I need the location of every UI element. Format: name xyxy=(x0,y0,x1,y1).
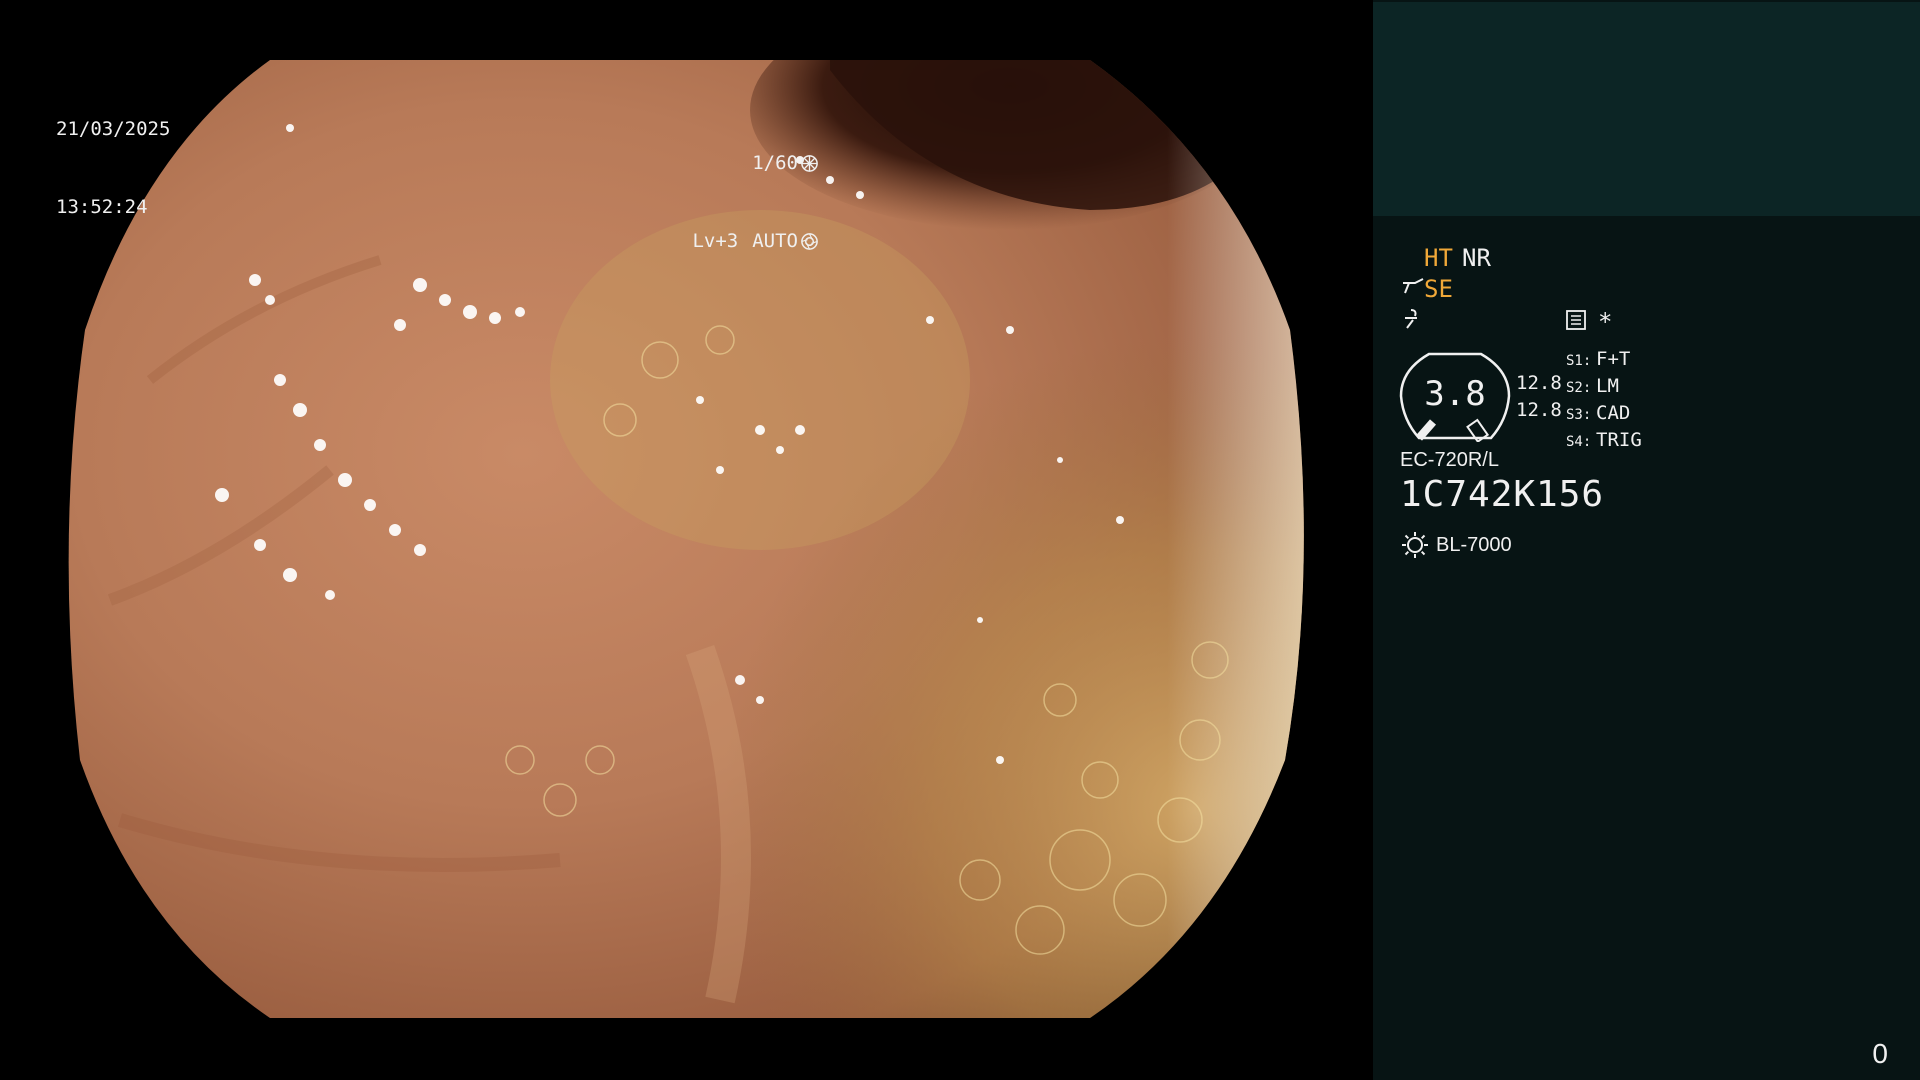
slot-key: S2: xyxy=(1566,380,1592,396)
switch-slot-2: S2: LM xyxy=(1566,374,1642,401)
zoom-icon xyxy=(1405,309,1417,329)
slot-key: S1: xyxy=(1566,353,1592,369)
depth-bottom-value: 12.8 xyxy=(1516,399,1562,421)
slot-value: CAD xyxy=(1596,402,1631,424)
switch-slot-3: S3: CAD xyxy=(1566,401,1642,428)
ht-mode-label: HT xyxy=(1424,244,1453,272)
slot-value: LM xyxy=(1596,375,1619,397)
slot-key: S4: xyxy=(1566,434,1592,450)
shutter-icon xyxy=(801,154,818,172)
light-source-model: BL-7000 xyxy=(1436,533,1512,556)
endoscopic-image xyxy=(68,60,1304,1018)
endoscopy-view-area: 21/03/2025 13:52:24 1/60 Lv+3 AUTO xyxy=(0,0,1373,1080)
switch-slot-1: S1: F+T xyxy=(1566,347,1642,374)
gauge-value: 3.8 xyxy=(1424,374,1486,414)
image-counter: 0 xyxy=(1872,1038,1888,1069)
status-panel-header-area xyxy=(1373,2,1920,216)
keypad-icon xyxy=(1566,310,1586,330)
iris-icon xyxy=(801,232,818,250)
switch-slot-4: S4: TRIG xyxy=(1566,428,1642,455)
shutter-row: 1/60 xyxy=(692,150,819,176)
slot-value: F+T xyxy=(1596,348,1631,370)
scope-serial-number: 1C742K156 xyxy=(1400,474,1605,515)
slot-value: TRIG xyxy=(1596,429,1642,451)
depth-top-value: 12.8 xyxy=(1516,372,1562,394)
iris-row: Lv+3 AUTO xyxy=(692,228,819,254)
switch-assignment-list: S1: F+T S2: LM S3: CAD S4: TRIG xyxy=(1566,347,1642,455)
date-time-readout: 21/03/2025 13:52:24 xyxy=(56,64,170,272)
asterisk-indicator: * xyxy=(1598,308,1613,336)
scope-tip-icon xyxy=(1403,278,1424,294)
light-source-readout: BL-7000 xyxy=(1400,530,1512,560)
scope-model-name: EC-720R/L xyxy=(1400,449,1499,471)
time-text: 13:52:24 xyxy=(56,196,148,218)
slot-key: S3: xyxy=(1566,407,1592,423)
sun-icon xyxy=(1402,532,1428,558)
depth-readouts: 12.8 12.8 xyxy=(1516,370,1562,424)
level-text: Lv+3 xyxy=(692,230,739,252)
se-mode-label: SE xyxy=(1424,275,1453,303)
date-text: 21/03/2025 xyxy=(56,118,171,140)
nr-mode-label: NR xyxy=(1462,244,1491,272)
exposure-readout: 1/60 Lv+3 AUTO xyxy=(692,98,819,306)
iris-mode-text: AUTO xyxy=(752,230,798,252)
shutter-speed-text: 1/60 xyxy=(752,152,798,174)
